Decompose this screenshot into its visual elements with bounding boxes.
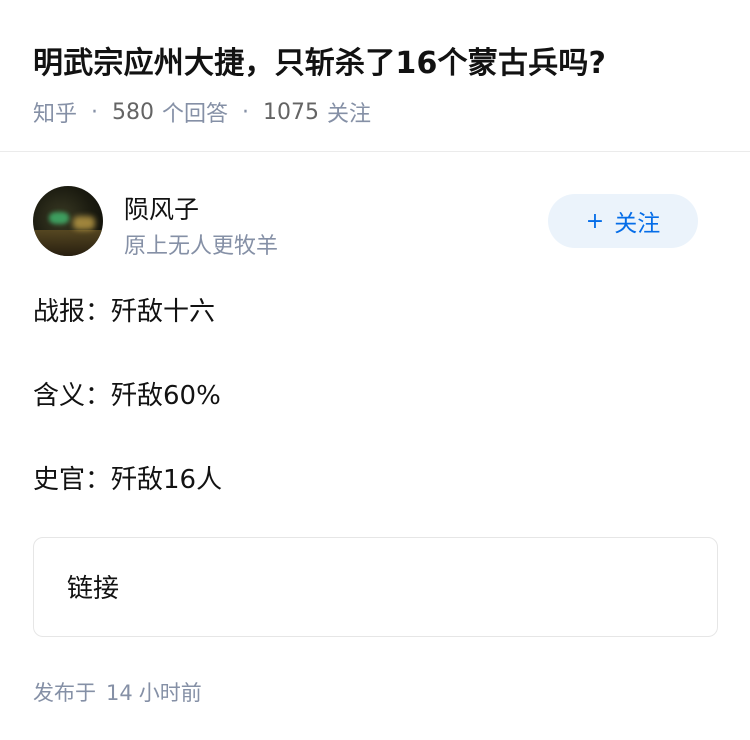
- follow-count: 1075: [263, 99, 320, 125]
- meta-separator: ·: [242, 99, 250, 125]
- author-headline: 原上无人更牧羊: [124, 234, 279, 259]
- author-name[interactable]: 陨风子: [124, 190, 199, 226]
- follow-count-label: 关注: [327, 102, 372, 127]
- answer-count: 580: [112, 99, 155, 125]
- question-title[interactable]: 明武宗应州大捷，只斩杀了16个蒙古兵吗?: [33, 38, 606, 82]
- question-meta: 知乎 · 580 个回答 · 1075 关注: [33, 96, 371, 128]
- follow-button[interactable]: + 关注: [548, 194, 698, 248]
- avatar[interactable]: [33, 186, 103, 256]
- answer-paragraph: 史官：歼敌16人: [33, 465, 223, 495]
- publish-time: 发布于 14 小时前: [33, 677, 202, 707]
- publish-prefix: 发布于: [33, 681, 96, 705]
- link-card[interactable]: 链接: [33, 537, 718, 637]
- meta-separator: ·: [91, 99, 99, 125]
- link-card-label: 链接: [67, 574, 120, 604]
- publish-suffix: 小时前: [138, 681, 202, 705]
- plus-icon: +: [585, 208, 605, 234]
- follow-button-label: 关注: [614, 211, 661, 237]
- question-header: 明武宗应州大捷，只斩杀了16个蒙古兵吗? 知乎 · 580 个回答 · 1075…: [0, 0, 750, 152]
- answer-paragraph: 战报：歼敌十六: [33, 297, 216, 327]
- publish-value: 14: [106, 681, 133, 705]
- answer-paragraph: 含义：歼敌60%: [33, 381, 221, 411]
- source-label[interactable]: 知乎: [33, 96, 77, 128]
- author-row: 陨风子 原上无人更牧羊 + 关注: [33, 186, 717, 260]
- answer-count-label: 个回答: [162, 102, 229, 127]
